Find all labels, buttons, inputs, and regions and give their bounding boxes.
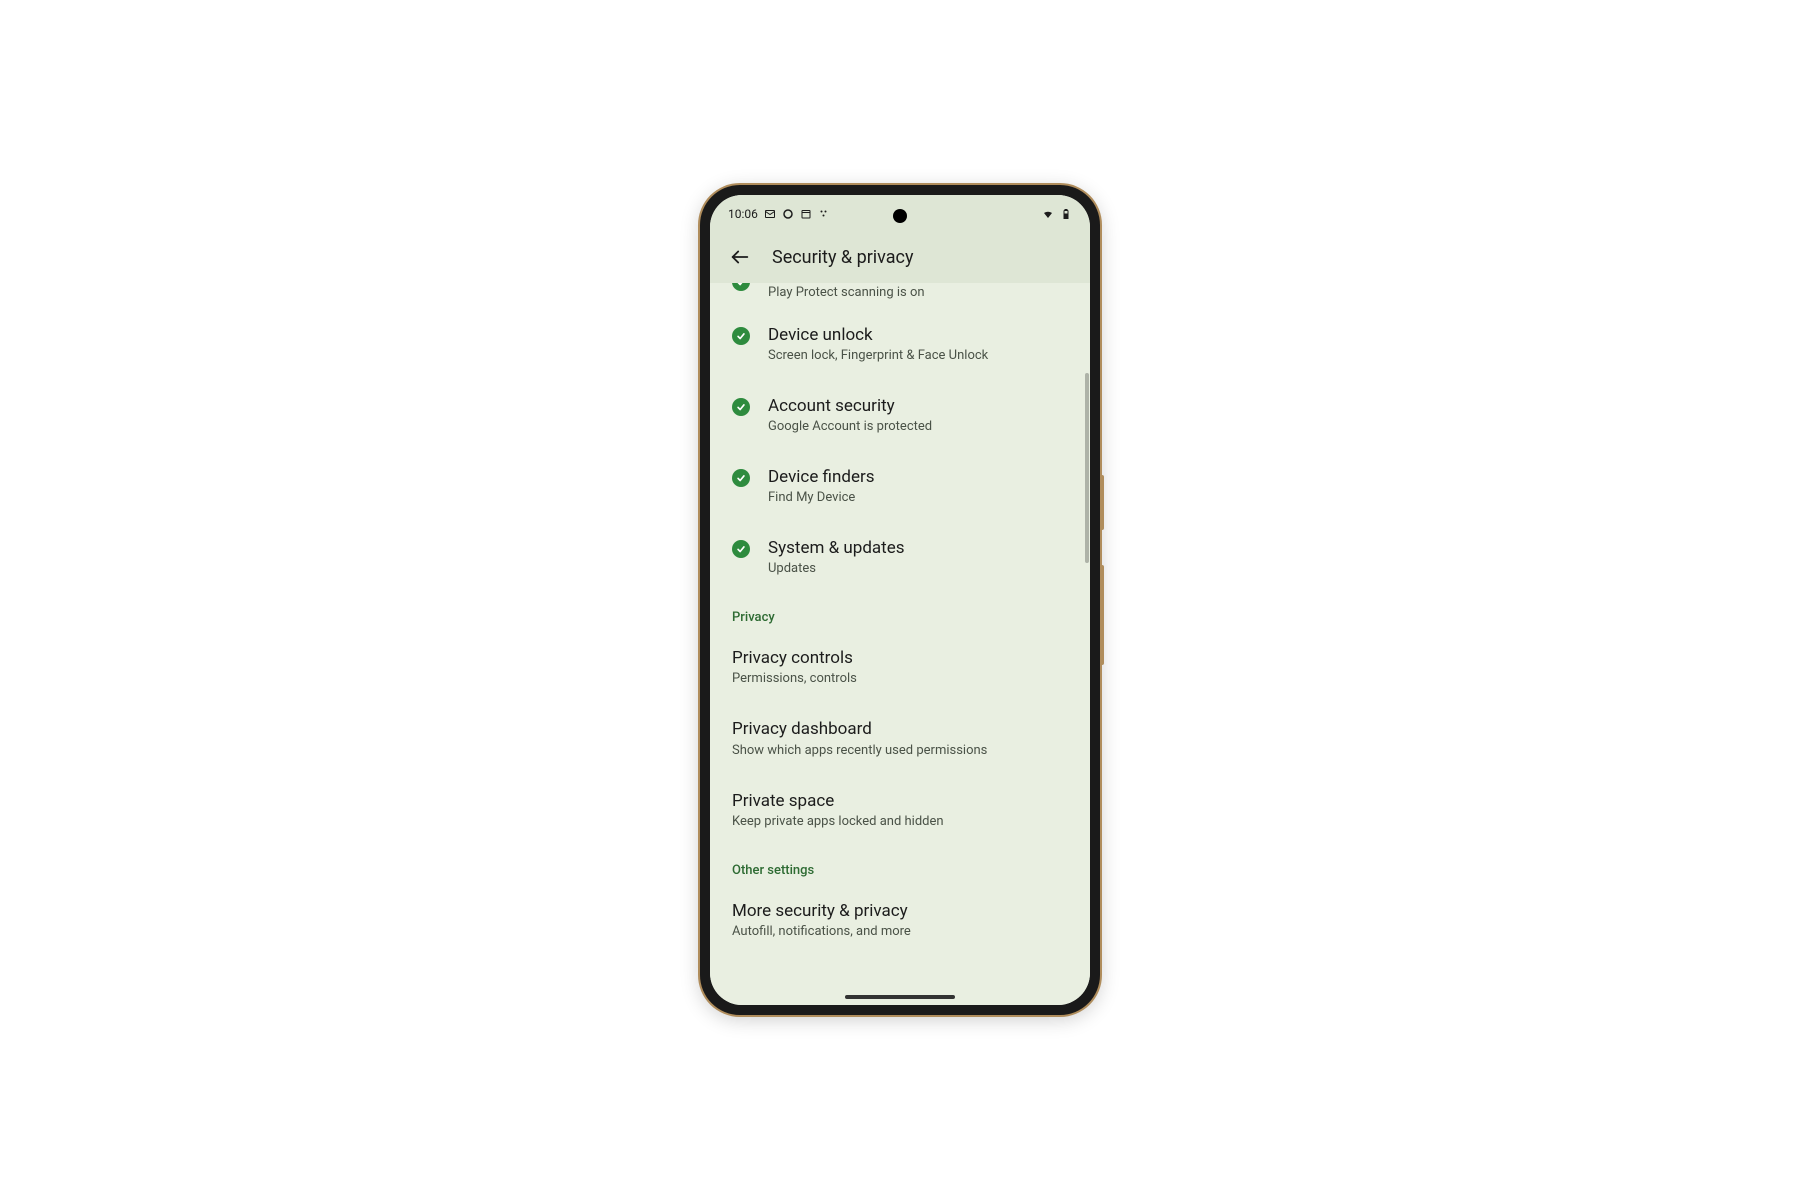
status-right bbox=[1042, 208, 1072, 220]
dots-icon bbox=[818, 208, 830, 220]
item-subtitle: Play Protect scanning is on bbox=[768, 285, 925, 300]
item-subtitle: Find My Device bbox=[768, 490, 875, 505]
phone-frame: 10:06 bbox=[700, 185, 1100, 1015]
list-item[interactable]: System & updates Updates bbox=[710, 521, 1090, 592]
power-button bbox=[1100, 565, 1104, 665]
list-item[interactable]: Private space Keep private apps locked an… bbox=[710, 774, 1090, 845]
item-subtitle: Permissions, controls bbox=[732, 671, 857, 686]
front-camera bbox=[893, 209, 907, 223]
page-header: Security & privacy bbox=[710, 233, 1090, 283]
item-subtitle: Updates bbox=[768, 561, 905, 576]
back-button[interactable] bbox=[728, 245, 752, 269]
volume-button bbox=[1100, 475, 1104, 530]
list-item-play-protect[interactable]: Play Protect scanning is on bbox=[710, 283, 1090, 308]
calendar-icon bbox=[800, 208, 812, 220]
item-subtitle: Google Account is protected bbox=[768, 419, 932, 434]
check-icon bbox=[732, 327, 750, 345]
check-icon bbox=[732, 398, 750, 416]
item-title: More security & privacy bbox=[732, 900, 911, 922]
item-subtitle: Show which apps recently used permission… bbox=[732, 743, 987, 758]
page-title: Security & privacy bbox=[772, 247, 914, 268]
screen: 10:06 bbox=[710, 195, 1090, 1005]
scrollbar[interactable] bbox=[1085, 373, 1089, 563]
wifi-icon bbox=[1042, 208, 1054, 220]
item-title: Device finders bbox=[768, 466, 875, 488]
arrow-back-icon bbox=[729, 246, 751, 268]
list-item[interactable]: Account security Google Account is protec… bbox=[710, 379, 1090, 450]
item-title: Privacy dashboard bbox=[732, 718, 987, 740]
nav-handle[interactable] bbox=[845, 995, 955, 999]
list-item[interactable]: Device unlock Screen lock, Fingerprint & … bbox=[710, 308, 1090, 379]
item-title: Privacy controls bbox=[732, 647, 857, 669]
section-header: Privacy bbox=[710, 592, 1090, 631]
list-item[interactable]: Privacy dashboard Show which apps recentl… bbox=[710, 702, 1090, 773]
item-title: System & updates bbox=[768, 537, 905, 559]
battery-icon bbox=[1060, 208, 1072, 220]
gmail-icon bbox=[764, 208, 776, 220]
item-subtitle: Screen lock, Fingerprint & Face Unlock bbox=[768, 348, 988, 363]
list-item[interactable]: Device finders Find My Device bbox=[710, 450, 1090, 521]
item-subtitle: Autofill, notifications, and more bbox=[732, 924, 911, 939]
circle-icon bbox=[782, 208, 794, 220]
item-subtitle: Keep private apps locked and hidden bbox=[732, 814, 944, 829]
list-item[interactable]: Privacy controls Permissions, controls bbox=[710, 631, 1090, 702]
status-time: 10:06 bbox=[728, 207, 758, 221]
check-icon bbox=[732, 540, 750, 558]
section-header: Other settings bbox=[710, 845, 1090, 884]
item-title: Private space bbox=[732, 790, 944, 812]
check-icon bbox=[732, 283, 750, 291]
item-title: Account security bbox=[768, 395, 932, 417]
list-item[interactable]: More security & privacy Autofill, notific… bbox=[710, 884, 1090, 955]
settings-list[interactable]: Play Protect scanning is on Device unloc… bbox=[710, 283, 1090, 1005]
check-icon bbox=[732, 469, 750, 487]
status-left: 10:06 bbox=[728, 207, 830, 221]
item-title: Device unlock bbox=[768, 324, 988, 346]
